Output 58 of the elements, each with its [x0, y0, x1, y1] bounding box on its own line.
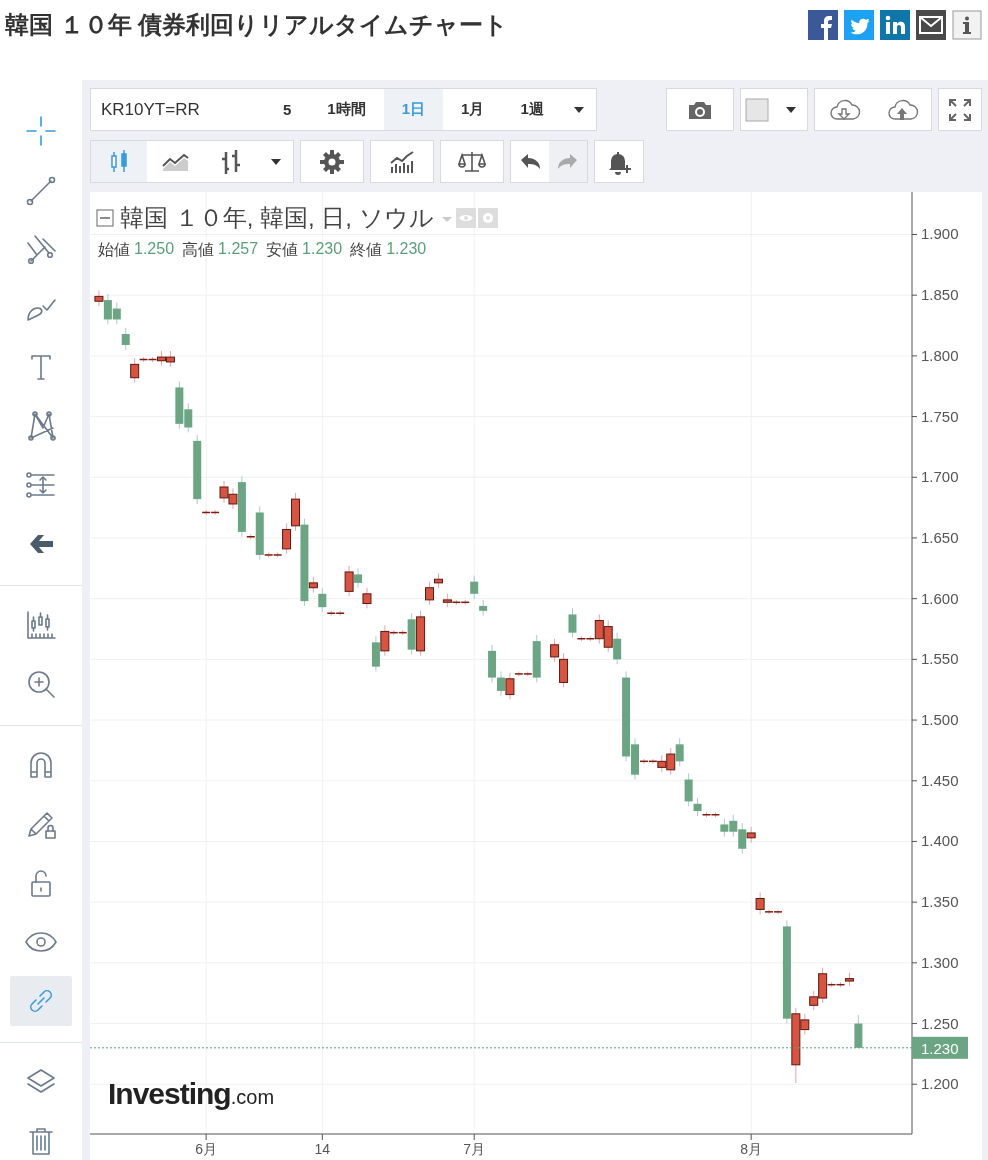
price-axis-label: 1.650	[921, 528, 959, 546]
linkedin-icon[interactable]	[880, 10, 910, 40]
caret-icon	[573, 106, 584, 113]
mail-icon[interactable]	[916, 10, 946, 40]
bird-icon[interactable]	[844, 10, 874, 40]
series-title: 韓国 １０年, 韓国, 日, ソウル	[120, 203, 434, 233]
facebook-icon[interactable]	[808, 10, 838, 40]
candle	[219, 480, 229, 504]
caret-icon	[786, 106, 796, 113]
candle	[729, 814, 738, 838]
price-axis-label: 1.900	[921, 225, 959, 243]
ohlc-label: 高値	[182, 240, 215, 260]
price-axis-label: 1.300	[921, 953, 959, 971]
price-axis-label: 1.850	[921, 286, 959, 304]
candle	[675, 737, 684, 767]
logo-suffix: .com	[230, 1086, 275, 1109]
candle	[121, 327, 130, 351]
ohlc-value: 1.230	[386, 240, 427, 259]
price-axis-label: 1.350	[921, 893, 959, 911]
ohlc-value: 1.250	[134, 240, 175, 259]
price-axis-label: 1.400	[921, 832, 959, 850]
price-axis-label: 1.200	[921, 1075, 959, 1093]
candle	[854, 1014, 863, 1049]
candle	[416, 610, 426, 657]
price-axis-label: 1.250	[921, 1014, 959, 1032]
time-axis-label: 8月	[740, 1141, 763, 1157]
price-axis-label: 1.750	[921, 407, 959, 425]
price-axis-label: 1.500	[921, 711, 959, 729]
candle	[165, 350, 175, 368]
gear-icon	[477, 208, 498, 228]
logo-text: Investing	[108, 1077, 231, 1111]
price-axis-label: 1.600	[921, 589, 959, 607]
ohlc-label: 終値	[350, 240, 383, 260]
collapse-icon	[96, 209, 114, 227]
candle	[603, 620, 613, 653]
page-title: 韓国 １０年 債券利回りリアルタイムチャート	[5, 10, 509, 40]
ref-line-label: 1.230	[921, 1039, 959, 1057]
price-axis-label: 1.550	[921, 650, 959, 668]
ohlc-value: 1.230	[302, 240, 343, 259]
candle	[479, 599, 488, 617]
crosshair-icon	[23, 113, 59, 149]
candle	[112, 301, 121, 325]
candle	[371, 635, 380, 672]
current-price-label: 1.230	[912, 1036, 968, 1059]
info-icon[interactable]	[952, 10, 982, 40]
ohlc-label: 始値	[98, 240, 130, 260]
eye-icon	[455, 208, 476, 228]
price-axis-label: 1.800	[921, 346, 959, 364]
price-axis-label: 1.450	[921, 771, 959, 789]
time-axis-label: 6月	[195, 1141, 218, 1157]
candle	[613, 632, 622, 665]
candle	[362, 587, 372, 609]
time-axis-label: 7月	[463, 1141, 486, 1157]
ohlc-label: 安値	[266, 240, 299, 260]
price-axis-label: 1.700	[921, 468, 959, 486]
time-axis-label: 14	[314, 1141, 331, 1157]
caret-icon	[271, 158, 281, 165]
ohlc-value: 1.257	[218, 240, 259, 259]
